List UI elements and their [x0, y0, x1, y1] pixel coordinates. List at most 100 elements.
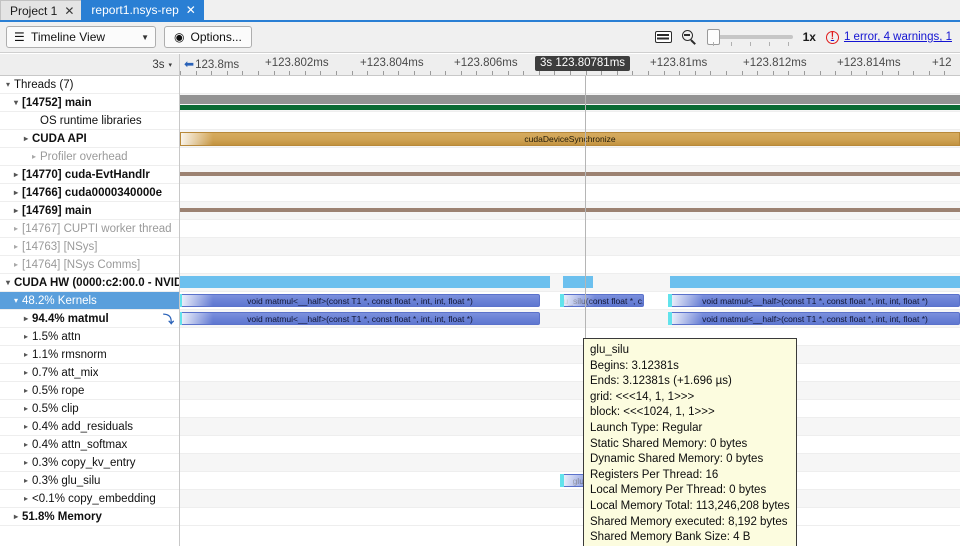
timeline-bar[interactable]: glu_silu(const float *, c...	[562, 294, 644, 307]
chevron-right-icon[interactable]: ▸	[10, 188, 22, 197]
timeline-lane[interactable]	[180, 382, 960, 400]
chevron-right-icon[interactable]: ▸	[10, 206, 22, 215]
timeline-lane[interactable]	[180, 328, 960, 346]
timeline-lane[interactable]	[180, 112, 960, 130]
chevron-right-icon[interactable]: ▸	[10, 170, 22, 179]
view-mode-dropdown[interactable]: ☰ Timeline View ▼	[6, 26, 156, 48]
diagnostics-link[interactable]: ! 1 error, 4 warnings, 1	[825, 30, 952, 44]
options-button[interactable]: ◉ Options...	[164, 26, 252, 48]
zoom-slider[interactable]	[706, 28, 793, 46]
timeline-lane[interactable]	[180, 454, 960, 472]
timeline-lane[interactable]: cudaDeviceSynchronize	[180, 130, 960, 148]
timeline-lane[interactable]	[180, 238, 960, 256]
chevron-right-icon[interactable]: ▸	[20, 368, 32, 377]
close-icon[interactable]: ✕	[186, 4, 196, 16]
tree-row[interactable]: ▸ 0.7% att_mix	[0, 364, 179, 382]
tree-row[interactable]: ▸ Profiler overhead	[0, 148, 179, 166]
zoom-out-icon[interactable]	[681, 29, 697, 45]
timeline-bar[interactable]	[180, 208, 960, 212]
chevron-right-icon[interactable]: ▸	[20, 422, 32, 431]
tree-row[interactable]: ▸OS runtime libraries	[0, 112, 179, 130]
timeline-bar[interactable]	[180, 172, 960, 176]
chevron-right-icon[interactable]: ▸	[20, 386, 32, 395]
tree-row[interactable]: ▸ <0.1% copy_embedding	[0, 490, 179, 508]
timeline-lane[interactable]	[180, 508, 960, 526]
chevron-down-icon[interactable]: ▾	[10, 98, 22, 107]
chevron-down-icon[interactable]: ▾	[10, 296, 22, 305]
tree-row[interactable]: ▸ 0.5% clip	[0, 400, 179, 418]
chevron-right-icon[interactable]: ▸	[20, 404, 32, 413]
ruler-scale-selector[interactable]: 3s ▾	[0, 54, 180, 75]
tree-row[interactable]: ▸ [14767] CUPTI worker thread	[0, 220, 179, 238]
back-arrow-icon[interactable]: ⬅	[184, 57, 194, 71]
chevron-right-icon[interactable]: ▸	[20, 350, 32, 359]
timeline-lane[interactable]: void matmul<__half>(const T1 *, const fl…	[180, 310, 960, 328]
tree-row[interactable]: ▸ 0.4% attn_softmax	[0, 436, 179, 454]
chevron-right-icon[interactable]: ▸	[20, 440, 32, 449]
chevron-right-icon[interactable]: ▸	[20, 494, 32, 503]
chevron-down-icon[interactable]: ▾	[2, 278, 14, 287]
chevron-right-icon[interactable]: ▸	[20, 332, 32, 341]
timeline-bar[interactable]: cudaDeviceSynchronize	[180, 132, 960, 146]
tree-row[interactable]: ▾ 48.2% Kernels	[0, 292, 179, 310]
tree-row[interactable]: ▸ [14769] main	[0, 202, 179, 220]
chevron-right-icon[interactable]: ▸	[10, 224, 22, 233]
timeline-lane[interactable]	[180, 220, 960, 238]
tree-row[interactable]: ▸ CUDA API	[0, 130, 179, 148]
tree-row[interactable]: ▾ [14752] main	[0, 94, 179, 112]
timeline-lane[interactable]	[180, 184, 960, 202]
timeline-lane[interactable]	[180, 76, 960, 94]
chevron-right-icon[interactable]: ▸	[20, 476, 32, 485]
tree-row[interactable]: ▸ 94.4% matmul ⤵	[0, 310, 179, 328]
timeline-bar[interactable]	[563, 276, 593, 288]
timeline-lane[interactable]	[180, 166, 960, 184]
timeline-lane[interactable]	[180, 418, 960, 436]
chevron-down-icon[interactable]: ▾	[2, 80, 14, 89]
timeline-bar[interactable]: void matmul<__half>(const T1 *, const fl…	[180, 294, 540, 307]
timeline-bar[interactable]: void matmul<__half>(const T1 *, const fl…	[670, 294, 960, 307]
expand-subrows-icon[interactable]: ⤵	[163, 311, 174, 327]
tab-report1[interactable]: report1.nsys-rep ✕	[81, 0, 204, 20]
timeline-lane[interactable]	[180, 94, 960, 112]
tree-row[interactable]: ▸ 51.8% Memory	[0, 508, 179, 526]
chevron-right-icon[interactable]: ▸	[20, 134, 32, 143]
chevron-right-icon[interactable]: ▸	[10, 242, 22, 251]
timeline-lane[interactable]: glu_silu	[180, 472, 960, 490]
chevron-right-icon[interactable]: ▸	[20, 314, 32, 323]
timeline-lane[interactable]	[180, 256, 960, 274]
chevron-right-icon[interactable]: ▸	[10, 260, 22, 269]
timeline-lanes[interactable]: cudaDeviceSynchronize void matmul<__half>…	[180, 76, 960, 546]
timeline-bar[interactable]: void matmul<__half>(const T1 *, const fl…	[670, 312, 960, 325]
timeline-lane[interactable]	[180, 346, 960, 364]
timeline-lane[interactable]	[180, 274, 960, 292]
timeline-ruler[interactable]: 3s ▾ ⬅123.8ms +123.802ms +123.804ms +123.80…	[0, 54, 960, 76]
tree-row[interactable]: ▸ 1.5% attn	[0, 328, 179, 346]
timeline-lane[interactable]: void matmul<__half>(const T1 *, const fl…	[180, 292, 960, 310]
tree-row[interactable]: ▾ CUDA HW (0000:c2:00.0 - NVID	[0, 274, 179, 292]
timeline-lane[interactable]	[180, 400, 960, 418]
tree-row[interactable]: ▸ [14770] cuda-EvtHandlr	[0, 166, 179, 184]
timeline-lane[interactable]	[180, 436, 960, 454]
tree-row[interactable]: ▸ 0.3% glu_silu	[0, 472, 179, 490]
tree-row[interactable]: ▸ 0.4% add_residuals	[0, 418, 179, 436]
tab-project-1[interactable]: Project 1 ✕	[0, 0, 83, 20]
chevron-right-icon[interactable]: ▸	[10, 512, 22, 521]
timeline-bar[interactable]	[180, 276, 550, 288]
timeline-lane[interactable]	[180, 148, 960, 166]
keyboard-icon[interactable]	[654, 31, 672, 43]
timeline-bar[interactable]	[180, 95, 960, 104]
close-icon[interactable]: ✕	[64, 5, 74, 17]
timeline-bar[interactable]: void matmul<__half>(const T1 *, const fl…	[180, 312, 540, 325]
timeline-lane[interactable]	[180, 202, 960, 220]
tree-row[interactable]: ▸ [14764] [NSys Comms]	[0, 256, 179, 274]
timeline-tree[interactable]: ▾Threads (7)▾[14752] main▸OS runtime lib…	[0, 76, 180, 546]
tree-row[interactable]: ▸ [14766] cuda0000340000e	[0, 184, 179, 202]
timeline-bar[interactable]	[180, 105, 960, 110]
timeline-lane[interactable]	[180, 364, 960, 382]
tree-row[interactable]: ▸ 0.3% copy_kv_entry	[0, 454, 179, 472]
timeline-lane[interactable]	[180, 490, 960, 508]
tree-row[interactable]: ▸ [14763] [NSys]	[0, 238, 179, 256]
tree-row[interactable]: ▸ 1.1% rmsnorm	[0, 346, 179, 364]
tree-row[interactable]: ▾ Threads (7)	[0, 76, 179, 94]
timeline-bar[interactable]	[670, 276, 960, 288]
